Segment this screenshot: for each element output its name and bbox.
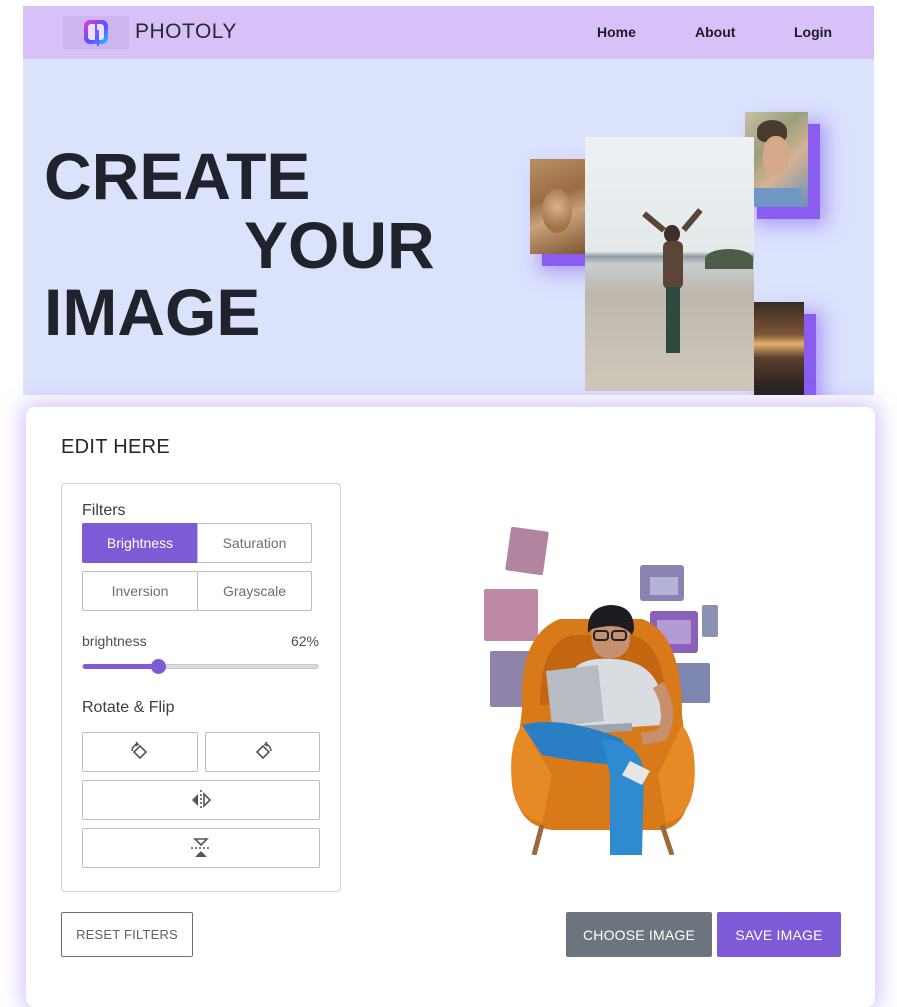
hero-photo-statue-face xyxy=(530,159,585,254)
editor-controls-panel: Filters Brightness Saturation Inversion … xyxy=(61,483,341,892)
choose-image-button[interactable]: CHOOSE IMAGE xyxy=(566,912,712,957)
brand-name[interactable]: PHOTOLY xyxy=(135,20,237,44)
slider-fill xyxy=(83,664,158,669)
rotate-right-icon xyxy=(255,741,272,760)
hero-line-image: IMAGE xyxy=(44,275,261,349)
flip-horizontal-button[interactable] xyxy=(82,780,320,820)
rotate-left-icon xyxy=(131,741,148,760)
save-image-button[interactable]: SAVE IMAGE xyxy=(717,912,841,957)
image-preview xyxy=(484,526,718,855)
photoly-logo-icon xyxy=(84,20,108,44)
nav-link-about[interactable]: About xyxy=(695,24,735,40)
hero-photo-sunset xyxy=(754,302,804,395)
flip-vertical-icon xyxy=(191,838,211,857)
filter-saturation-button[interactable]: Saturation xyxy=(197,523,312,563)
brightness-slider[interactable] xyxy=(82,659,319,674)
hero-line-your: YOUR xyxy=(244,208,435,282)
brand-logo[interactable] xyxy=(63,16,129,49)
filters-label: Filters xyxy=(82,502,126,519)
flip-vertical-button[interactable] xyxy=(82,828,320,868)
slider-thumb[interactable] xyxy=(151,659,166,674)
rotate-right-button[interactable] xyxy=(205,732,320,772)
filter-brightness-button[interactable]: Brightness xyxy=(82,523,198,563)
hero-photo-bearded-man xyxy=(745,112,808,207)
slider-value: 62% xyxy=(290,633,319,649)
hero-photo-jumping-person xyxy=(585,137,754,391)
flip-horizontal-icon xyxy=(192,790,212,810)
editor-title: EDIT HERE xyxy=(61,436,171,458)
reset-filters-button[interactable]: RESET FILTERS xyxy=(61,912,193,957)
nav-link-home[interactable]: Home xyxy=(597,24,636,40)
filter-inversion-button[interactable]: Inversion xyxy=(82,571,198,611)
hero-line-create: CREATE xyxy=(44,139,311,213)
hero-banner: CREATE YOUR IMAGE xyxy=(23,59,874,395)
filter-grayscale-button[interactable]: Grayscale xyxy=(197,571,312,611)
rotate-flip-label: Rotate & Flip xyxy=(82,699,175,716)
rotate-left-button[interactable] xyxy=(82,732,198,772)
nav-link-login[interactable]: Login xyxy=(794,24,832,40)
slider-name: brightness xyxy=(82,633,147,649)
top-navbar: PHOTOLY Home About Login xyxy=(23,6,874,59)
editor-card: EDIT HERE Filters Brightness Saturation … xyxy=(26,407,875,1007)
